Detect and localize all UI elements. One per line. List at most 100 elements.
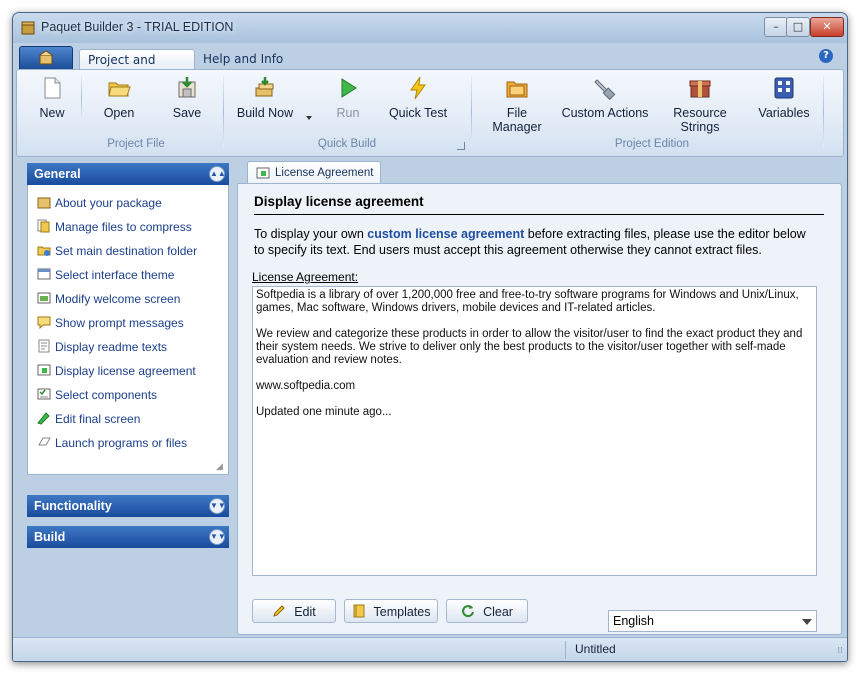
sidebar-section-label: Functionality: [34, 499, 112, 513]
build-now-dropdown-arrow[interactable]: [306, 116, 312, 120]
clear-button[interactable]: Clear: [446, 599, 528, 623]
size-grip-icon[interactable]: ⁞⁞: [837, 646, 843, 656]
package-icon: [37, 197, 51, 209]
prompt-message-icon: [37, 316, 51, 329]
run-button[interactable]: Run: [331, 76, 365, 132]
sidebar-item-destination-folder[interactable]: Set main destination folder: [37, 242, 197, 260]
sidebar-item-welcome-screen[interactable]: Modify welcome screen: [37, 290, 180, 308]
new-button[interactable]: New: [35, 76, 69, 132]
quick-test-button[interactable]: Quick Test: [388, 76, 448, 132]
group-separator: [471, 76, 472, 148]
sidebar-section-functionality[interactable]: Functionality ▼▼: [27, 495, 229, 517]
build-now-label: Build Now: [236, 106, 294, 120]
edit-button[interactable]: Edit: [252, 599, 336, 623]
title-bar[interactable]: Paquet Builder 3 - TRIAL EDITION – □ ✕: [13, 13, 847, 43]
quick-test-label: Quick Test: [388, 106, 448, 120]
tab-license-agreement[interactable]: License Agreement: [247, 161, 381, 184]
file-manager-button[interactable]: File Manager: [481, 76, 553, 134]
app-menu-icon: [39, 50, 53, 65]
run-play-icon: [341, 78, 357, 98]
license-text-editor[interactable]: Softpedia is a library of over 1,200,000…: [252, 286, 817, 576]
variables-icon: [774, 77, 794, 99]
edit-label: Edit: [294, 605, 316, 619]
editor-paragraph: Softpedia is a library of over 1,200,000…: [256, 289, 799, 314]
sidebar-section-general[interactable]: General ▲▲: [27, 163, 229, 185]
sidebar-item-interface-theme[interactable]: Select interface theme: [37, 266, 174, 284]
new-document-icon: [44, 77, 61, 99]
content-pane: License Agreement Display license agreem…: [237, 155, 842, 635]
instruction-link: custom license agreement: [367, 227, 525, 241]
sidebar-item-prompt-messages[interactable]: Show prompt messages: [37, 314, 184, 332]
editor-paragraph: Updated one minute ago...: [256, 406, 392, 418]
tab-project-and-build[interactable]: Project and Build: [79, 49, 195, 87]
clear-label: Clear: [483, 605, 513, 619]
templates-button[interactable]: Templates: [344, 599, 438, 623]
group-separator: [823, 76, 824, 148]
sidebar-item-label: Launch programs or files: [55, 436, 188, 450]
save-icon: [178, 77, 196, 98]
dialog-launcher-icon[interactable]: [457, 142, 465, 150]
sidebar-section-label: General: [34, 167, 81, 181]
sidebar-item-about-package[interactable]: About your package: [37, 194, 162, 212]
sidebar-item-launch-programs[interactable]: Launch programs or files: [37, 434, 187, 452]
instruction-pre: To display your own: [254, 227, 368, 241]
file-manager-label: File Manager: [492, 106, 542, 134]
minimize-button[interactable]: –: [764, 17, 788, 37]
readme-icon: [38, 339, 50, 353]
collapse-icon[interactable]: ▲▲: [209, 166, 226, 182]
page-title: Display license agreement: [254, 194, 424, 209]
open-button[interactable]: Open: [99, 76, 139, 132]
language-select[interactable]: English: [608, 610, 817, 632]
sidebar-item-label: Display license agreement: [55, 364, 196, 378]
ribbon-panel: New Open Save Project File Build Now Run…: [16, 69, 844, 157]
group-label-project-edition: Project Edition: [614, 138, 690, 150]
expand-icon[interactable]: ▼▼: [209, 529, 226, 545]
status-bar: Untitled ⁞⁞: [13, 637, 847, 661]
sidebar-item-final-screen[interactable]: Edit final screen: [37, 410, 140, 428]
files-icon: [37, 219, 50, 233]
build-now-button[interactable]: Build Now: [233, 76, 297, 132]
sidebar-item-manage-files[interactable]: Manage files to compress: [37, 218, 192, 236]
sidebar-item-label: Select components: [55, 388, 158, 402]
variables-button[interactable]: Variables: [757, 76, 811, 132]
editor-paragraph: www.softpedia.com: [256, 380, 356, 392]
expand-icon[interactable]: ▼▼: [209, 498, 226, 514]
editor-paragraph: We review and categorize these products …: [256, 328, 803, 366]
variables-label: Variables: [758, 106, 810, 120]
save-button[interactable]: Save: [167, 76, 207, 132]
save-label: Save: [172, 106, 202, 120]
language-value: English: [613, 614, 654, 628]
help-icon[interactable]: ?: [819, 49, 833, 63]
group-separator: [223, 76, 224, 148]
sidebar-section-build[interactable]: Build ▼▼: [27, 526, 229, 548]
sidebar-item-readme-texts[interactable]: Display readme texts: [37, 338, 167, 356]
final-screen-icon: [37, 412, 50, 425]
sidebar-item-label: About your package: [55, 196, 162, 210]
sidebar-item-label: Edit final screen: [55, 412, 141, 426]
application-menu-button[interactable]: [19, 46, 73, 70]
tab-help-and-info[interactable]: Help and Info: [195, 49, 291, 69]
instruction-text: To display your own custom license agree…: [254, 226, 814, 258]
close-button[interactable]: ✕: [810, 17, 844, 37]
sidebar-item-label: Display readme texts: [55, 340, 168, 354]
sidebar-general-panel: About your package Manage files to compr…: [27, 185, 229, 475]
group-label-project-file: Project File: [107, 138, 165, 150]
maximize-button[interactable]: □: [786, 17, 810, 37]
sidebar: General ▲▲ About your package Manage fil…: [27, 163, 229, 637]
resize-grip-icon[interactable]: ◢: [216, 462, 226, 472]
theme-icon: [37, 268, 51, 280]
templates-icon: [353, 604, 364, 618]
run-label: Run: [336, 106, 360, 120]
build-icon: [255, 77, 274, 97]
group-label-quick-build: Quick Build: [317, 138, 377, 150]
custom-actions-button[interactable]: Custom Actions: [561, 76, 649, 132]
sidebar-item-label: Manage files to compress: [55, 220, 192, 234]
sidebar-item-select-components[interactable]: Select components: [37, 386, 157, 404]
components-icon: [37, 388, 51, 400]
destination-folder-icon: [37, 246, 51, 256]
license-icon: [37, 364, 51, 376]
app-icon: [21, 21, 35, 35]
custom-actions-label: Custom Actions: [561, 106, 649, 120]
sidebar-item-license-agreement[interactable]: Display license agreement: [37, 362, 196, 380]
resource-strings-button[interactable]: Resource Strings: [653, 76, 747, 134]
